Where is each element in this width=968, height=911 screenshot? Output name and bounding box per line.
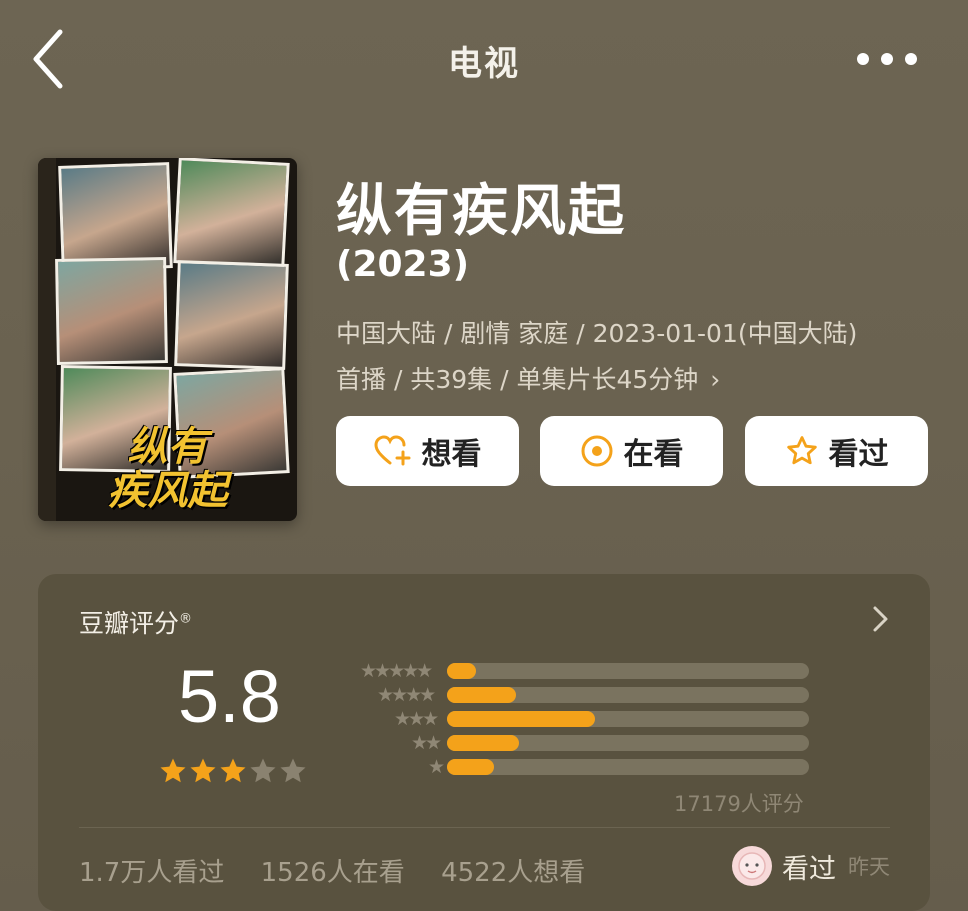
star-filled-icon: [160, 758, 186, 783]
star-empty-icon: [250, 758, 276, 783]
watching-label: 在看: [623, 437, 684, 472]
more-dots-icon: [857, 53, 917, 65]
rating-label-text: 豆瓣评分: [79, 609, 180, 638]
poster-portrait: [55, 257, 168, 365]
poster-image[interactable]: 纵有 疾风起: [38, 158, 297, 521]
poster-portrait: [174, 260, 289, 370]
chevron-right-icon: ›: [710, 365, 721, 394]
rating-bar-stars-label: ★★★★: [377, 684, 436, 706]
rating-count: 17179人评分: [674, 792, 804, 816]
user-status-label: 看过: [782, 853, 836, 885]
rating-bar-row: ★★★: [342, 708, 812, 732]
rating-bar-fill: [447, 711, 595, 727]
watched-label: 看过: [828, 437, 889, 472]
watched-button[interactable]: 看过: [745, 416, 928, 486]
want-to-watch-label: 想看: [421, 437, 482, 472]
rating-card: 豆瓣评分® 5.8 ★★★★★ ★★★★ ★★★ ★★ ★ 17179人评分 1.7万人…: [38, 574, 930, 911]
show-year: (2023): [336, 244, 470, 285]
rating-bar-stars-label: ★★★: [394, 708, 439, 730]
show-meta-line: 首播 / 共39集 / 单集片长45分钟: [336, 365, 699, 394]
rating-bar-stars-label: ★: [428, 756, 445, 778]
rating-score: 5.8: [178, 655, 281, 738]
rating-bar-track: [447, 663, 809, 679]
rating-bar-stars-label: ★★★★★: [360, 660, 433, 682]
show-title: 纵有疾风起: [336, 179, 626, 244]
movie-detail-page: 电视 纵有 疾风起 纵有疾风起 (2023) 中国大陆 / 剧情 家庭 / 20…: [0, 0, 968, 911]
poster-title-line: 疾风起: [107, 468, 228, 514]
poster-portrait: [58, 162, 173, 272]
rating-bar-fill: [447, 759, 494, 775]
chevron-right-icon: [873, 606, 888, 632]
page-title: 电视: [448, 44, 520, 84]
rating-stars: [158, 756, 308, 786]
rating-bar-fill: [447, 663, 476, 679]
rating-bar-track: [447, 711, 809, 727]
poster-title-line: 纵有: [127, 424, 208, 470]
rating-bar-track: [447, 759, 809, 775]
star-outline-icon: [785, 434, 819, 468]
rating-distribution: ★★★★★ ★★★★ ★★★ ★★ ★: [342, 660, 812, 780]
rating-details-button[interactable]: [870, 604, 890, 638]
avatar-face-icon: [738, 852, 766, 880]
watching-button[interactable]: 在看: [540, 416, 723, 486]
rating-bar-row: ★★★★: [342, 684, 812, 708]
want-to-watch-button[interactable]: 想看: [336, 416, 519, 486]
more-button[interactable]: [856, 48, 918, 70]
user-status-time: 昨天: [848, 855, 890, 879]
watch-stats: 1.7万人看过 1526人在看 4522人想看: [79, 852, 613, 889]
show-meta-info-link[interactable]: 首播 / 共39集 / 单集片长45分钟 ›: [336, 360, 720, 396]
rating-label: 豆瓣评分®: [79, 604, 192, 640]
star-filled-icon: [220, 758, 246, 783]
user-status[interactable]: 看过 昨天: [732, 846, 890, 886]
target-circle-icon: [580, 434, 614, 468]
rating-bar-row: ★★: [342, 732, 812, 756]
registered-mark: ®: [179, 611, 193, 627]
want-count[interactable]: 4522人想看: [441, 858, 585, 888]
rating-bar-row: ★: [342, 756, 812, 780]
watching-count[interactable]: 1526人在看: [261, 858, 405, 888]
divider: [79, 827, 890, 828]
rating-bar-row: ★★★★★: [342, 660, 812, 684]
poster-portrait: [173, 158, 290, 269]
rating-bar-stars-label: ★★: [411, 732, 442, 754]
avatar: [732, 846, 772, 886]
show-meta-line: 中国大陆 / 剧情 家庭 / 2023-01-01(中国大陆): [336, 319, 858, 348]
rating-bar-fill: [447, 735, 519, 751]
star-filled-icon: [190, 758, 216, 783]
star-empty-icon: [280, 758, 306, 783]
rating-bar-fill: [447, 687, 516, 703]
header: 电视: [0, 0, 968, 120]
watched-count[interactable]: 1.7万人看过: [79, 858, 224, 888]
poster-title: 纵有 疾风起: [38, 425, 297, 513]
rating-bar-track: [447, 735, 809, 751]
heart-plus-icon: [373, 435, 412, 467]
rating-bar-track: [447, 687, 809, 703]
